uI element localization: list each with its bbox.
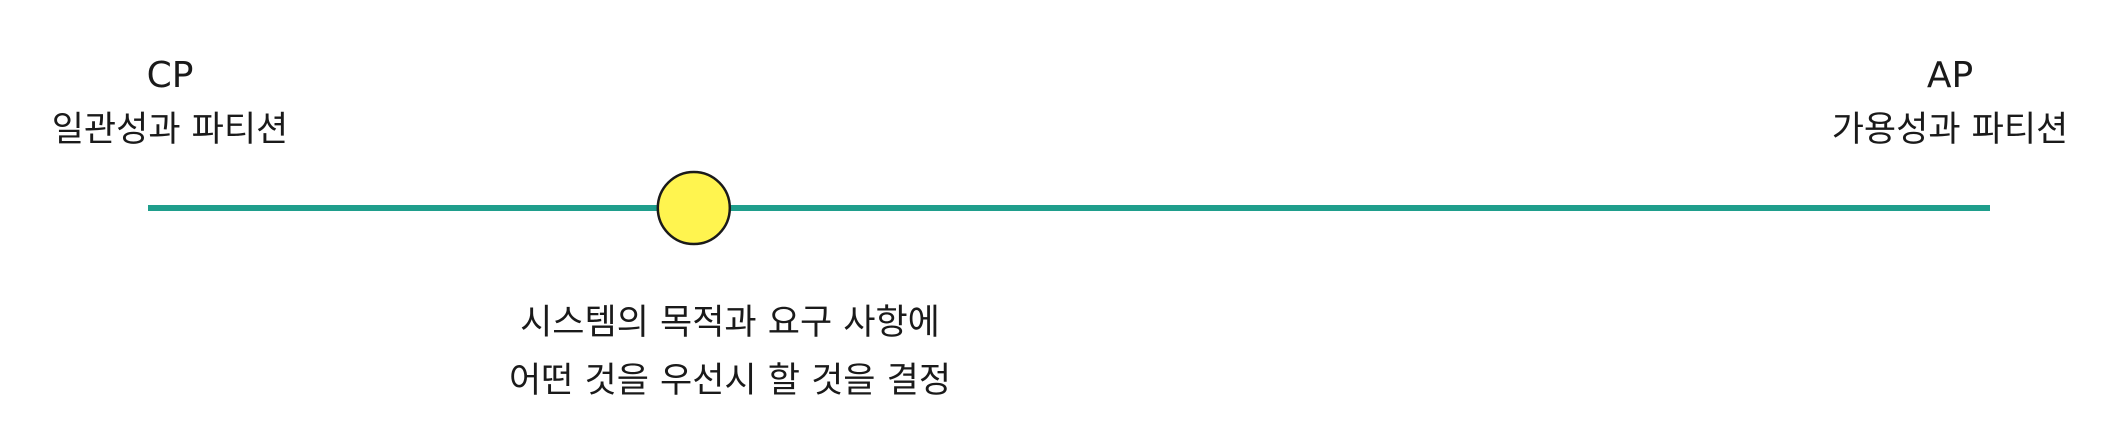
cp-ap-spectrum [148,170,1990,246]
caption-line-2: 어떤 것을 우선시 할 것을 결정 [508,361,952,401]
slider-marker[interactable] [656,170,732,246]
marker-caption: 시스템의 목적과 요구 사항에 어떤 것을 우선시 할 것을 결정 [430,294,1030,410]
caption-line-1: 시스템의 목적과 요구 사항에 [520,303,940,343]
